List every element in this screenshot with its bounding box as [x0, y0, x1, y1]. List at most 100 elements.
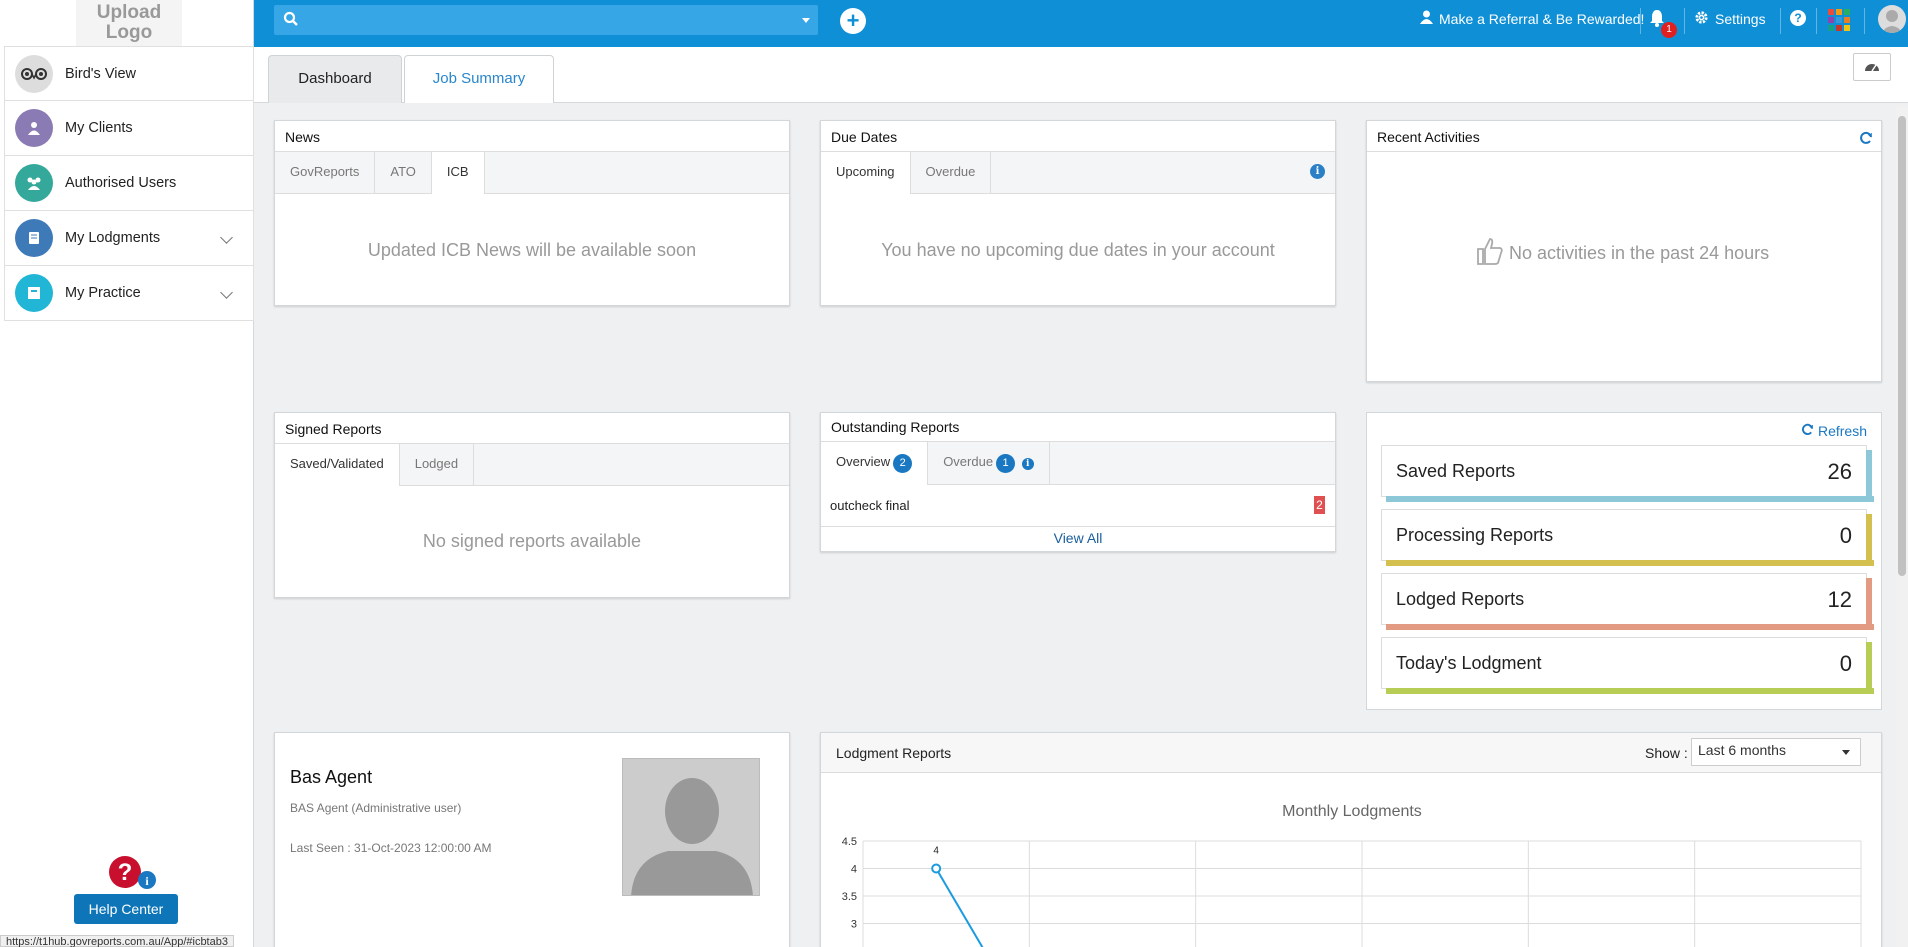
sidebar-item-authorised-users[interactable]: Authorised Users	[4, 156, 254, 211]
thumbs-up-icon	[1475, 236, 1505, 271]
news-title: News	[275, 121, 789, 152]
book-icon	[15, 219, 53, 257]
tab-job-summary[interactable]: Job Summary	[404, 55, 554, 103]
tab-dashboard[interactable]: Dashboard	[268, 55, 402, 103]
lodgment-header: Lodgment Reports Show : Last 6 months	[821, 733, 1881, 773]
user-avatar[interactable]	[1878, 5, 1906, 33]
chart-series-line	[935, 867, 984, 947]
overdue-count-badge: 1	[996, 454, 1016, 473]
tab-govreports[interactable]: GovReports	[275, 152, 376, 193]
tab-lodged[interactable]: Lodged	[400, 444, 475, 485]
report-stats-panel: Refresh Saved Reports 26 Processing Repo…	[1366, 412, 1882, 710]
sidebar-nav: Bird's View My Clients Authorised Users …	[4, 46, 254, 321]
due-dates-message: You have no upcoming due dates in your a…	[881, 240, 1275, 260]
tab-ato[interactable]: ATO	[375, 152, 432, 193]
chevron-down-icon	[1842, 750, 1850, 755]
stat-processing-reports[interactable]: Processing Reports 0	[1381, 509, 1874, 566]
status-bar-url: https://t1hub.govreports.com.au/App/#icb…	[0, 935, 234, 947]
overview-count-badge: 2	[893, 454, 913, 473]
speedometer-icon	[1864, 59, 1880, 75]
sidebar-item-birds-view[interactable]: Bird's View	[4, 46, 254, 101]
tab-saved-validated[interactable]: Saved/Validated	[275, 444, 400, 486]
due-dates-tabs: Upcoming Overdue i	[821, 152, 1335, 194]
info-icon[interactable]: i	[1310, 164, 1325, 179]
tab-overdue-reports[interactable]: Overdue 1 i	[928, 442, 1050, 484]
svg-text:?: ?	[118, 859, 133, 886]
search-input[interactable]	[274, 5, 818, 35]
outstanding-row-label: outcheck final	[830, 498, 910, 513]
user-icon	[1420, 10, 1433, 27]
recent-activities-panel: Recent Activities No activities in the p…	[1366, 120, 1882, 382]
scrollbar[interactable]	[1896, 106, 1908, 947]
refresh-link[interactable]: Refresh	[1801, 423, 1867, 439]
signed-reports-message: No signed reports available	[422, 531, 642, 551]
chart-title: Monthly Lodgments	[1282, 803, 1422, 820]
signed-reports-title: Signed Reports	[275, 413, 789, 444]
stat-todays-lodgment[interactable]: Today's Lodgment 0	[1381, 637, 1874, 694]
chart-y-tick-label: 4.5	[842, 837, 857, 848]
add-button[interactable]: +	[840, 8, 866, 34]
outstanding-row[interactable]: outcheck final 2	[821, 485, 1335, 527]
help-icon[interactable]: ?	[1790, 10, 1806, 26]
chevron-down-icon[interactable]	[220, 231, 233, 244]
search-icon	[283, 11, 299, 30]
main-tabs: Dashboard Job Summary	[254, 47, 1908, 103]
tab-upcoming[interactable]: Upcoming	[821, 152, 911, 194]
chart-y-tick-label: 3	[851, 919, 857, 931]
scrollbar-thumb[interactable]	[1898, 116, 1906, 576]
signed-reports-tabs: Saved/Validated Lodged	[275, 444, 789, 486]
referral-link[interactable]: Make a Referral & Be Rewarded!	[1420, 10, 1644, 27]
sidebar-item-label: Bird's View	[65, 65, 136, 82]
range-select[interactable]: Last 6 months	[1691, 738, 1861, 766]
profile-last-seen: Last Seen : 31-Oct-2023 12:00:00 AM	[290, 841, 492, 855]
settings-label: Settings	[1715, 11, 1766, 27]
lodgment-reports-panel: Lodgment Reports Show : Last 6 months Mo…	[820, 732, 1882, 947]
stat-saved-reports[interactable]: Saved Reports 26	[1381, 445, 1874, 502]
due-dates-panel: Due Dates Upcoming Overdue i You have no…	[820, 120, 1336, 306]
news-panel: News GovReports ATO ICB Updated ICB News…	[274, 120, 790, 306]
help-center-button[interactable]: Help Center	[74, 894, 178, 924]
users-icon	[15, 164, 53, 202]
upload-logo[interactable]: Upload Logo	[76, 0, 182, 46]
sidebar-item-label: Authorised Users	[65, 175, 177, 191]
sidebar-item-my-lodgments[interactable]: My Lodgments	[4, 211, 254, 266]
box-icon	[15, 274, 53, 312]
help-center-icon[interactable]: ? i	[108, 855, 158, 891]
chart-y-tick-label: 4	[851, 864, 857, 876]
due-dates-title: Due Dates	[821, 121, 1335, 152]
chart-y-tick-label: 3.5	[842, 891, 857, 903]
owl-icon	[15, 54, 53, 93]
sidebar-item-label: My Lodgments	[65, 230, 161, 246]
user-icon	[15, 109, 53, 147]
chevron-down-icon[interactable]	[220, 286, 233, 299]
info-icon[interactable]: i	[1021, 458, 1034, 470]
signed-reports-panel: Signed Reports Saved/Validated Lodged No…	[274, 412, 790, 598]
chart-data-label: 4	[933, 846, 939, 857]
refresh-icon	[1801, 423, 1814, 439]
top-bar: + Make a Referral & Be Rewarded! 1 Setti…	[254, 0, 1908, 47]
tab-overview[interactable]: Overview 2	[821, 442, 929, 485]
refresh-icon[interactable]	[1859, 131, 1873, 148]
apps-grid-icon[interactable]	[1828, 9, 1850, 31]
tab-icb[interactable]: ICB	[431, 152, 485, 194]
show-label: Show :	[1645, 745, 1688, 761]
profile-avatar[interactable]	[622, 758, 760, 896]
news-message: Updated ICB News will be available soon	[367, 240, 697, 260]
sidebar-item-my-practice[interactable]: My Practice	[4, 266, 254, 321]
sidebar-item-label: My Clients	[65, 120, 133, 136]
outstanding-tabs: Overview 2 Overdue 1 i	[821, 442, 1335, 485]
stat-lodged-reports[interactable]: Lodged Reports 12	[1381, 573, 1874, 630]
gear-icon	[1694, 10, 1709, 28]
outstanding-row-count: 2	[1314, 496, 1325, 514]
dashboard-settings-button[interactable]	[1853, 53, 1891, 81]
search-dropdown-icon[interactable]	[802, 18, 810, 23]
tab-overdue[interactable]: Overdue	[911, 152, 992, 193]
sidebar-item-my-clients[interactable]: My Clients	[4, 101, 254, 156]
profile-panel: Bas Agent BAS Agent (Administrative user…	[274, 732, 790, 947]
outstanding-reports-title: Outstanding Reports	[821, 413, 1335, 442]
view-all-link[interactable]: View All	[821, 527, 1335, 546]
settings-link[interactable]: Settings	[1694, 10, 1766, 28]
recent-empty-state: No activities in the past 24 hours	[1475, 236, 1769, 271]
outstanding-reports-panel: Outstanding Reports Overview 2 Overdue 1 i…	[820, 412, 1336, 552]
news-tabs: GovReports ATO ICB	[275, 152, 789, 194]
